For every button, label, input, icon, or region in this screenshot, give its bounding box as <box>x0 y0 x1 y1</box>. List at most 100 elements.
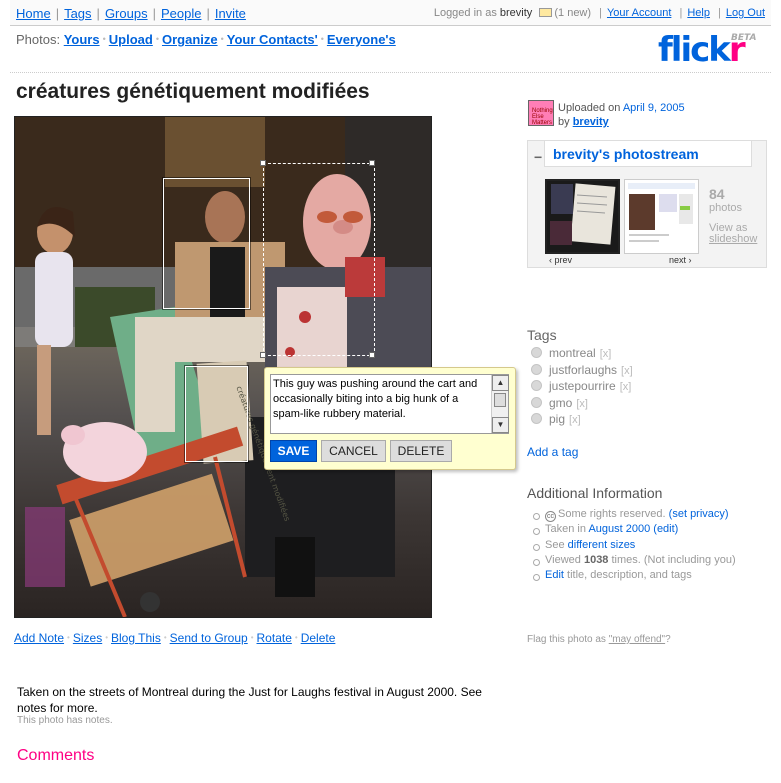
photos-yours-link[interactable]: Yours <box>64 32 100 47</box>
nav-invite-link[interactable]: Invite <box>215 6 246 21</box>
flag-photo: Flag this photo as "may offend"? <box>527 634 671 645</box>
photos-contacts-link[interactable]: Your Contacts' <box>227 32 318 47</box>
photos-upload-link[interactable]: Upload <box>109 32 153 47</box>
view-count: 1038 <box>583 553 609 566</box>
photos-nav: Photos: Yours • Upload • Organize • Your Conta… <box>16 32 396 47</box>
tag-link[interactable]: gmo <box>549 396 572 410</box>
view-as-slideshow: View as slideshow <box>709 222 758 245</box>
nav-groups-link[interactable]: Groups <box>105 6 148 21</box>
nav-tags-link[interactable]: Tags <box>64 6 91 21</box>
resize-handle[interactable] <box>260 352 266 358</box>
rotate-link[interactable]: Rotate <box>257 631 292 645</box>
username: brevity <box>499 7 533 19</box>
tag-item: montreal [x] <box>531 346 633 363</box>
slideshow-link[interactable]: slideshow <box>709 233 757 245</box>
photostream-thumb-next[interactable] <box>624 179 699 254</box>
globe-icon[interactable] <box>531 363 542 375</box>
note-textarea[interactable]: This guy was pushing around the cart and… <box>270 374 509 434</box>
sizes-link[interactable]: Sizes <box>73 631 102 645</box>
edit-date-link[interactable]: (edit) <box>653 523 678 535</box>
tag-link[interactable]: pig <box>549 412 565 426</box>
tag-link[interactable]: montreal <box>549 346 596 360</box>
add-note-link[interactable]: Add Note <box>14 631 64 645</box>
uploader-user-link[interactable]: brevity <box>573 116 609 128</box>
globe-icon[interactable] <box>531 380 542 391</box>
cancel-note-button[interactable]: CANCEL <box>321 440 386 462</box>
remove-tag-button[interactable]: [x] <box>569 414 581 426</box>
info-sizes: See different sizes <box>533 539 736 554</box>
save-note-button[interactable]: SAVE <box>270 440 317 462</box>
taken-in-link[interactable]: August 2000 <box>588 523 650 535</box>
beta-badge: BETA <box>731 33 757 43</box>
photo-title[interactable]: créatures génétiquement modifiées <box>16 80 370 104</box>
resize-handle[interactable] <box>369 160 375 166</box>
info-rights: cc Some rights reserved. (set privacy) <box>533 508 736 523</box>
top-nav: Home | Tags | Groups | People | Invite <box>16 6 246 21</box>
different-sizes-link[interactable]: different sizes <box>568 539 636 551</box>
upload-date-link[interactable]: April 9, 2005 <box>623 102 685 114</box>
nav-people-link[interactable]: People <box>161 6 201 21</box>
info-edit: Edit title, description, and tags <box>533 569 736 584</box>
tags-list: montreal [x] justforlaughs [x] justepourri… <box>531 346 633 429</box>
globe-icon[interactable] <box>531 347 542 358</box>
resize-handle[interactable] <box>260 160 266 166</box>
scroll-down-icon[interactable]: ▼ <box>492 417 509 433</box>
creative-commons-icon[interactable]: cc <box>545 511 556 522</box>
scroll-thumb[interactable] <box>494 393 506 407</box>
photos-organize-link[interactable]: Organize <box>162 32 218 47</box>
tag-link[interactable]: justforlaughs <box>549 363 617 377</box>
tag-item: justepourrire [x] <box>531 379 633 396</box>
divider <box>10 72 771 73</box>
note-scrollbar[interactable]: ▲ ▼ <box>491 375 509 433</box>
photostream-thumb-current[interactable] <box>545 179 620 254</box>
note-box-pig-active[interactable] <box>263 163 375 356</box>
mail-icon[interactable] <box>539 8 553 17</box>
send-to-group-link[interactable]: Send to Group <box>170 631 248 645</box>
photostream-title[interactable]: brevity's photostream <box>553 146 699 162</box>
note-box-man[interactable] <box>163 178 250 309</box>
remove-tag-button[interactable]: [x] <box>620 381 632 393</box>
note-box-sign[interactable] <box>185 366 248 462</box>
edit-details-link[interactable]: Edit <box>545 569 564 581</box>
info-views: Viewed 1038 times. (Not including you) <box>533 554 736 569</box>
has-notes-label: This photo has notes. <box>17 715 113 726</box>
info-taken-in: Taken in August 2000 (edit) <box>533 523 736 538</box>
photo-count: 84 photos <box>709 186 743 214</box>
remove-tag-button[interactable]: [x] <box>576 398 588 410</box>
help-link[interactable]: Help <box>687 7 710 19</box>
scroll-up-icon[interactable]: ▲ <box>492 375 509 391</box>
globe-icon[interactable] <box>531 396 542 408</box>
comments-heading: Comments <box>17 747 95 764</box>
globe-icon[interactable] <box>531 413 542 424</box>
log-out-link[interactable]: Log Out <box>726 7 765 19</box>
remove-tag-button[interactable]: [x] <box>621 365 633 377</box>
buddy-icon[interactable]: Nothing Else Matters <box>528 100 554 126</box>
nav-home-link[interactable]: Home <box>16 6 51 21</box>
additional-info-list: cc Some rights reserved. (set privacy) Ta… <box>533 508 736 584</box>
account-bar: Logged in as brevity (1 new) | Your Accou… <box>433 7 765 19</box>
delete-photo-link[interactable]: Delete <box>301 631 336 645</box>
blog-this-link[interactable]: Blog This <box>111 631 161 645</box>
note-editor: This guy was pushing around the cart and… <box>264 367 516 470</box>
add-tag-link[interactable]: Add a tag <box>527 445 578 459</box>
next-link[interactable]: next › <box>669 255 692 265</box>
tag-item: gmo [x] <box>531 396 633 413</box>
photos-everyone-link[interactable]: Everyone's <box>327 32 396 47</box>
tag-item: justforlaughs [x] <box>531 363 633 380</box>
may-offend-link[interactable]: "may offend" <box>609 634 665 645</box>
your-account-link[interactable]: Your Account <box>607 7 671 19</box>
tag-item: pig [x] <box>531 412 633 429</box>
top-bar: Home | Tags | Groups | People | Invite Logged in… <box>10 0 771 26</box>
photo-description[interactable]: Taken on the streets of Montreal during … <box>17 684 507 716</box>
flickr-logo[interactable]: flickr BETA <box>658 30 756 70</box>
resize-handle[interactable] <box>369 352 375 358</box>
tag-link[interactable]: justepourrire <box>549 379 616 393</box>
collapse-icon[interactable]: − <box>534 149 542 165</box>
remove-tag-button[interactable]: [x] <box>600 348 612 360</box>
set-privacy-link[interactable]: (set privacy) <box>669 508 729 520</box>
tags-heading: Tags <box>527 327 557 343</box>
delete-note-button[interactable]: DELETE <box>390 440 452 462</box>
by-label: by <box>558 116 570 128</box>
prev-link[interactable]: ‹ prev <box>549 255 572 265</box>
new-mail-count[interactable]: (1 new) <box>554 7 591 19</box>
